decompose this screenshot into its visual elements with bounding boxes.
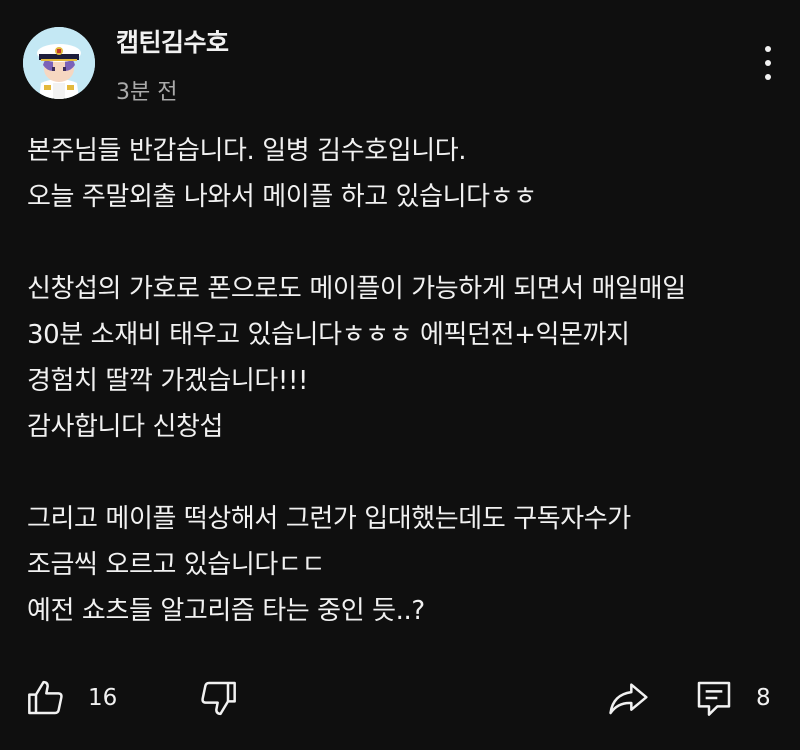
more-vertical-icon — [765, 46, 771, 52]
comment-count: 8 — [756, 685, 771, 711]
thumbs-down-icon — [201, 681, 236, 716]
comments-button[interactable]: 8 — [694, 678, 771, 718]
post-line: 감사합니다 신창섭 — [27, 412, 224, 442]
avatar-image — [23, 27, 95, 99]
post-line: 예전 쇼츠들 알고리즘 타는 중인 듯..? — [27, 596, 425, 626]
post-line: 그리고 메이플 떡상해서 그런가 입대했는데도 구독자수가 — [27, 504, 631, 534]
thumbs-up-icon — [28, 680, 63, 715]
more-options-button[interactable] — [752, 42, 784, 84]
share-button[interactable] — [606, 678, 650, 718]
post-body: 본주님들 반갑습니다. 일병 김수호입니다. 오늘 주말외출 나와서 메이플 하… — [27, 128, 777, 634]
post-line: 경험치 딸깍 가겠습니다!!! — [27, 366, 308, 396]
author-name[interactable]: 캡틴김수호 — [116, 23, 229, 59]
like-count: 16 — [88, 685, 118, 711]
post-line: 본주님들 반갑습니다. 일병 김수호입니다. — [27, 136, 467, 166]
post-line: 신창섭의 가호로 폰으로도 메이플이 가능하게 되면서 매일매일 — [27, 274, 686, 304]
share-icon — [609, 683, 648, 715]
comment-icon — [697, 681, 731, 716]
community-post: 캡틴김수호 3분 전 본주님들 반갑습니다. 일병 김수호입니다. 오늘 주말외… — [0, 0, 800, 750]
action-bar: 16 8 — [0, 668, 800, 728]
post-line: 조금씩 오르고 있습니다ㄷㄷ — [27, 550, 325, 580]
more-vertical-icon-dot — [765, 60, 771, 66]
avatar[interactable] — [23, 27, 95, 99]
like-button[interactable]: 16 — [26, 678, 117, 718]
more-vertical-icon-dot — [765, 74, 771, 80]
dislike-button[interactable] — [198, 678, 238, 718]
post-timestamp: 3분 전 — [116, 80, 178, 105]
post-line: 오늘 주말외출 나와서 메이플 하고 있습니다ㅎㅎ — [27, 182, 537, 212]
post-line: 30분 소재비 태우고 있습니다ㅎㅎㅎ 에픽던전+익몬까지 — [27, 320, 630, 350]
